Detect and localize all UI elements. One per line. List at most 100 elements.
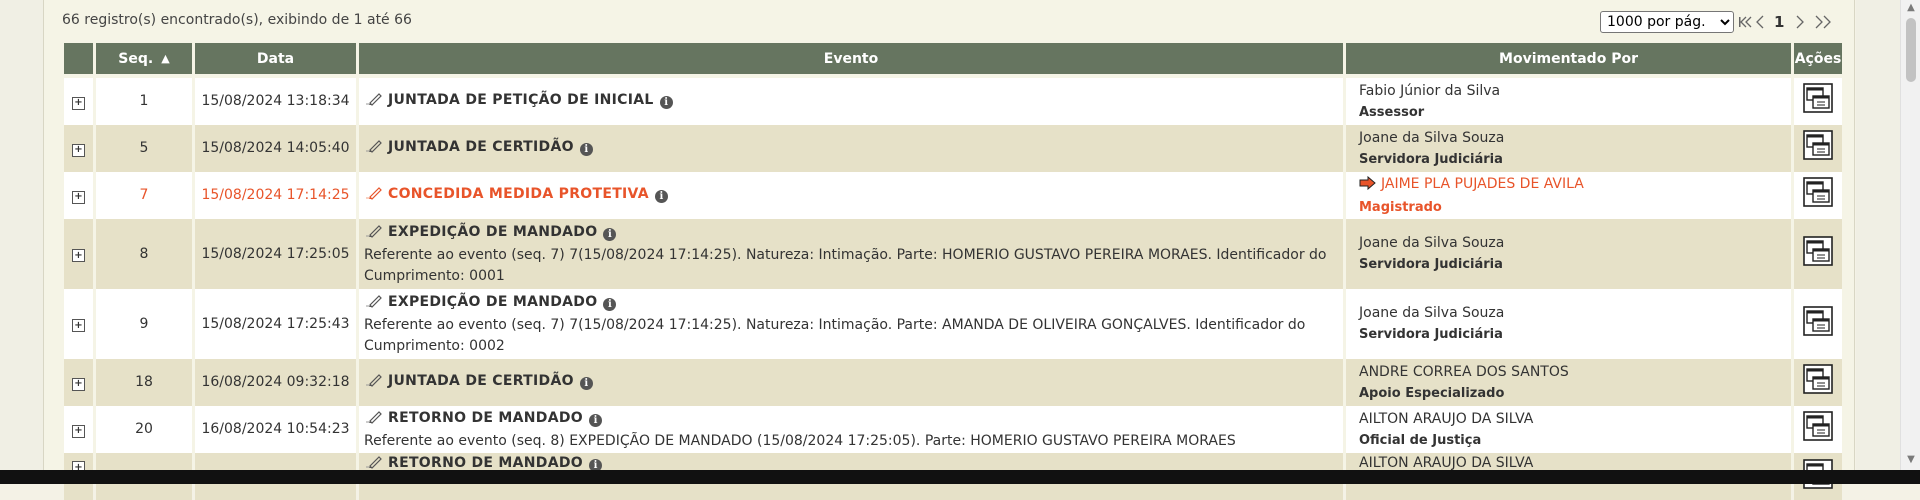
expand-cell: +: [64, 78, 93, 125]
event-title[interactable]: RETORNO DE MANDADO: [388, 410, 583, 426]
header-movimentado-por[interactable]: Movimentado Por: [1346, 43, 1791, 78]
row-event: JUNTADA DE CERTIDÃO i: [359, 125, 1343, 172]
moved-by-name: Joane da Silva Souza: [1359, 305, 1505, 321]
expand-plus-icon[interactable]: +: [72, 319, 85, 332]
row-seq: 8: [96, 219, 192, 289]
actions-windows-icon[interactable]: [1803, 235, 1833, 273]
row-seq: 18: [96, 359, 192, 406]
expand-plus-icon[interactable]: +: [72, 424, 85, 438]
row-seq: 1: [96, 78, 192, 125]
event-title[interactable]: JUNTADA DE PETIÇÃO DE INICIAL: [388, 92, 654, 108]
expand-cell: +: [64, 406, 93, 453]
row-actions: [1794, 125, 1842, 172]
scroll-down-icon[interactable]: ▼: [1905, 454, 1917, 466]
sort-asc-icon: ▲: [161, 51, 170, 65]
table-row: + 7 15/08/2024 17:14:25 CONCEDIDA MEDIDA…: [64, 172, 1842, 219]
header-acoes: Ações: [1794, 43, 1842, 78]
event-title[interactable]: EXPEDIÇÃO DE MANDADO: [388, 294, 597, 310]
moved-by-line: JAIME PLA PUJADES DE AVILA: [1359, 174, 1786, 197]
info-icon[interactable]: i: [589, 413, 602, 427]
per-page-select[interactable]: 1000 por pág.: [1600, 11, 1734, 33]
moved-by-name: JAIME PLA PUJADES DE AVILA: [1381, 175, 1584, 192]
expand-cell: +: [64, 359, 93, 406]
event-description: Referente ao evento (seq. 7) 7(15/08/202…: [364, 246, 1327, 284]
table-row: + 20 16/08/2024 10:54:23 RETORNO DE MAND…: [64, 406, 1842, 453]
event-description: Referente ao evento (seq. 8) EXPEDIÇÃO D…: [364, 432, 1236, 449]
expand-cell: +: [64, 219, 93, 289]
next-page-icon[interactable]: [1794, 12, 1806, 32]
row-actions: [1794, 78, 1842, 125]
expand-plus-icon[interactable]: +: [72, 249, 85, 262]
row-actions: [1794, 406, 1842, 453]
vertical-scrollbar[interactable]: ▲ ▼: [1900, 0, 1920, 470]
info-icon[interactable]: i: [579, 377, 593, 390]
actions-windows-icon[interactable]: [1803, 364, 1833, 401]
scroll-up-icon[interactable]: ▲: [1905, 2, 1917, 14]
first-page-icon[interactable]: [1738, 12, 1752, 32]
event-title[interactable]: RETORNO DE MANDADO: [388, 455, 583, 471]
info-icon[interactable]: i: [659, 96, 673, 109]
row-event: RETORNO DE MANDADO i Referente ao evento …: [359, 406, 1343, 453]
table-row: + 9 15/08/2024 17:25:43 EXPEDIÇÃO DE MAN…: [64, 289, 1842, 359]
moved-by-role: Servidora Judiciária: [1359, 327, 1503, 342]
row-event: CONCEDIDA MEDIDA PROTETIVA i: [359, 172, 1343, 219]
movements-table: Seq. ▲ Data Evento Movimentado Por Ações …: [61, 43, 1845, 500]
info-icon[interactable]: i: [603, 227, 617, 241]
moved-by-role: Assessor: [1359, 104, 1425, 120]
table-row: + 1 15/08/2024 13:18:34 JUNTADA DE PETIÇ…: [64, 78, 1842, 125]
actions-windows-icon[interactable]: [1803, 177, 1833, 214]
row-event: EXPEDIÇÃO DE MANDADO i Referente ao event…: [359, 289, 1343, 359]
row-actions: [1794, 172, 1842, 219]
row-date: 15/08/2024 17:25:05: [195, 219, 356, 289]
actions-windows-icon[interactable]: [1803, 83, 1833, 120]
pen-icon: [364, 294, 384, 315]
event-title[interactable]: CONCEDIDA MEDIDA PROTETIVA: [388, 186, 649, 202]
page: 66 registro(s) encontrado(s), exibindo d…: [0, 0, 1920, 500]
info-icon[interactable]: i: [579, 143, 593, 156]
row-actions: [1794, 219, 1842, 289]
info-icon[interactable]: i: [603, 297, 617, 311]
row-date: 15/08/2024 13:18:34: [195, 78, 356, 125]
moved-by-name: Fabio Júnior da Silva: [1359, 82, 1501, 99]
header-seq[interactable]: Seq. ▲: [96, 43, 192, 78]
row-moved-by: JAIME PLA PUJADES DE AVILA Magistrado: [1346, 172, 1791, 219]
actions-windows-icon[interactable]: [1803, 305, 1833, 343]
event-title[interactable]: JUNTADA DE CERTIDÃO: [388, 139, 574, 155]
expand-plus-icon[interactable]: +: [72, 96, 85, 110]
table-row: + 5 15/08/2024 14:05:40 JUNTADA DE CERTI…: [64, 125, 1842, 172]
scroll-thumb[interactable]: [1906, 18, 1916, 82]
info-icon[interactable]: i: [654, 190, 668, 203]
row-seq: 9: [96, 289, 192, 359]
moved-by-name: AILTON ARAUJO DA SILVA: [1359, 410, 1534, 427]
header-evento[interactable]: Evento: [359, 43, 1343, 78]
event-title[interactable]: EXPEDIÇÃO DE MANDADO: [388, 224, 597, 240]
row-date: 16/08/2024 10:54:23: [195, 406, 356, 453]
row-date: 15/08/2024 17:14:25: [195, 172, 356, 219]
actions-windows-icon[interactable]: [1803, 130, 1833, 167]
event-title[interactable]: JUNTADA DE CERTIDÃO: [388, 373, 574, 389]
moved-by-role: Apoio Especializado: [1359, 385, 1505, 401]
pagination: 1000 por pág. 1: [1600, 10, 1834, 34]
moved-by-name: Joane da Silva Souza: [1359, 129, 1505, 146]
results-summary: 66 registro(s) encontrado(s), exibindo d…: [62, 12, 412, 28]
expand-cell: +: [64, 172, 93, 219]
actions-windows-icon[interactable]: [1803, 411, 1833, 448]
table-row: + 8 15/08/2024 17:25:05 EXPEDIÇÃO DE MAN…: [64, 219, 1842, 289]
pen-icon: [364, 224, 384, 245]
expand-plus-icon[interactable]: +: [72, 377, 85, 391]
row-actions: [1794, 359, 1842, 406]
right-gutter: [1856, 0, 1900, 470]
row-event: JUNTADA DE CERTIDÃO i: [359, 359, 1343, 406]
expand-plus-icon[interactable]: +: [72, 190, 85, 204]
row-seq: 7: [96, 172, 192, 219]
header-data[interactable]: Data: [195, 43, 356, 78]
row-moved-by: ANDRE CORREA DOS SANTOS Apoio Especializ…: [1346, 359, 1791, 406]
row-moved-by: Fabio Júnior da Silva Assessor: [1346, 78, 1791, 125]
header-seq-label: Seq.: [118, 50, 154, 67]
moved-by-role: Oficial de Justiça: [1359, 432, 1482, 448]
row-event: JUNTADA DE PETIÇÃO DE INICIAL i: [359, 78, 1343, 125]
last-page-icon[interactable]: [1814, 12, 1834, 32]
expand-plus-icon[interactable]: +: [72, 143, 85, 157]
previous-page-icon[interactable]: [1754, 12, 1766, 32]
current-page-number: 1: [1774, 13, 1785, 31]
